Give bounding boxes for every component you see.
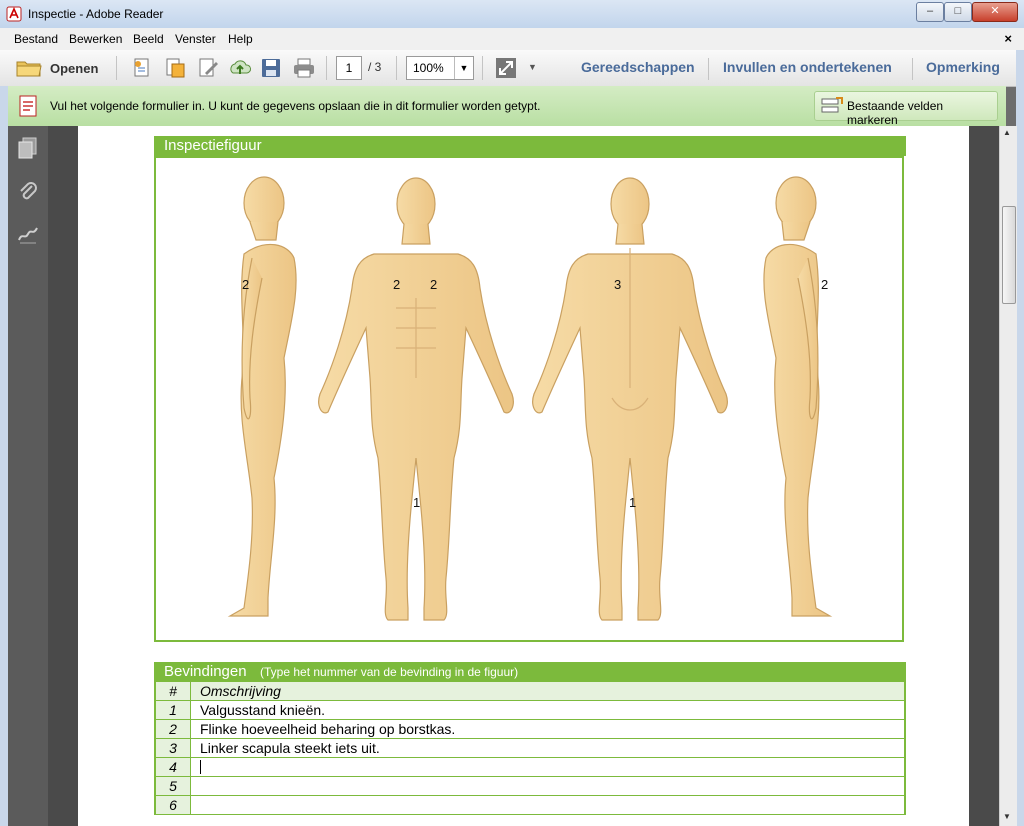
adobe-reader-icon bbox=[6, 6, 22, 22]
page-thumbnails-icon[interactable] bbox=[16, 136, 40, 160]
toolbar-separator bbox=[116, 56, 117, 80]
document-page: Inspectiefiguur 2 2 2 3 2 1 1 Bevindinge… bbox=[78, 126, 969, 826]
window-border-right bbox=[1016, 50, 1024, 826]
create-pdf-icon[interactable] bbox=[130, 56, 154, 80]
form-notification-bar: Vul het volgende formulier in. U kunt de… bbox=[8, 86, 1006, 127]
menu-bewerken[interactable]: Bewerken bbox=[69, 32, 122, 46]
highlight-fields-button[interactable]: Bestaande velden markeren bbox=[814, 91, 998, 127]
open-button[interactable]: Openen bbox=[12, 56, 106, 80]
tools-panel-button[interactable]: Gereedschappen bbox=[581, 59, 695, 75]
column-header-number: # bbox=[156, 682, 191, 700]
finding-marker: 1 bbox=[629, 495, 637, 510]
inspection-figure: 2 2 2 3 2 1 1 bbox=[154, 156, 904, 642]
window-border-left bbox=[0, 86, 8, 826]
finding-marker: 2 bbox=[393, 277, 401, 292]
finding-marker: 1 bbox=[413, 495, 421, 510]
fill-sign-panel-button[interactable]: Invullen en ondertekenen bbox=[723, 59, 892, 75]
toolbar-separator bbox=[396, 56, 397, 80]
print-icon[interactable] bbox=[292, 56, 316, 80]
comment-panel-button[interactable]: Opmerking bbox=[926, 59, 1000, 75]
zoom-value: 100% bbox=[413, 61, 444, 75]
attachments-icon[interactable] bbox=[16, 180, 40, 204]
row-number: 4 bbox=[156, 758, 191, 776]
window-title: Inspectie - Adobe Reader bbox=[28, 7, 164, 21]
toolbar-separator bbox=[326, 56, 327, 80]
figure-side-left bbox=[227, 176, 297, 617]
description-field[interactable]: Flinke hoeveelheid beharing op borstkas. bbox=[200, 721, 455, 737]
save-icon[interactable] bbox=[259, 56, 283, 80]
table-row[interactable]: 1 Valgusstand knieën. bbox=[154, 701, 906, 720]
body-diagram bbox=[227, 176, 833, 621]
minimize-button[interactable]: – bbox=[916, 2, 944, 22]
finding-marker: 3 bbox=[614, 277, 622, 292]
findings-section-header: Bevindingen (Type het nummer van de bevi… bbox=[154, 662, 906, 682]
document-gutter-left bbox=[48, 126, 78, 826]
folder-icon bbox=[16, 61, 42, 77]
toolbar: Openen 1 / 3 100% ▼ ▼ Gereedschappen Inv… bbox=[0, 50, 1024, 87]
description-field[interactable]: Linker scapula steekt iets uit. bbox=[200, 740, 380, 756]
table-row[interactable]: 4 bbox=[154, 758, 906, 777]
form-document-icon bbox=[19, 95, 37, 117]
figure-side-right bbox=[763, 176, 833, 617]
close-document-button[interactable]: × bbox=[1004, 31, 1012, 46]
row-number: 1 bbox=[156, 701, 191, 719]
finding-marker: 2 bbox=[242, 277, 250, 292]
table-row[interactable]: 6 bbox=[154, 796, 906, 815]
highlight-fields-label: Bestaande velden markeren bbox=[847, 99, 944, 127]
navigation-panel bbox=[8, 126, 48, 826]
finding-marker: 2 bbox=[821, 277, 829, 292]
toolbar-separator bbox=[482, 56, 483, 80]
menu-venster[interactable]: Venster bbox=[175, 32, 216, 46]
scroll-up-arrow[interactable]: ▲ bbox=[1003, 128, 1011, 137]
customize-toolbar-icon[interactable]: ▼ bbox=[528, 62, 537, 72]
form-message: Vul het volgende formulier in. U kunt de… bbox=[50, 99, 541, 113]
scrollbar-thumb[interactable] bbox=[1002, 206, 1016, 304]
table-row[interactable]: 2 Flinke hoeveelheid beharing op borstka… bbox=[154, 720, 906, 739]
signatures-icon[interactable] bbox=[16, 222, 40, 246]
row-number: 2 bbox=[156, 720, 191, 738]
toolbar-separator bbox=[912, 58, 913, 80]
maximize-button[interactable]: □ bbox=[944, 2, 972, 22]
table-row[interactable]: 3 Linker scapula steekt iets uit. bbox=[154, 739, 906, 758]
fullscreen-icon[interactable] bbox=[494, 56, 518, 80]
document-gutter-right bbox=[969, 126, 999, 826]
finding-marker: 2 bbox=[430, 277, 438, 292]
figure-front bbox=[318, 177, 514, 621]
toolbar-separator bbox=[708, 58, 709, 80]
zoom-select[interactable]: 100% ▼ bbox=[406, 56, 474, 80]
menu-beeld[interactable]: Beeld bbox=[133, 32, 164, 46]
row-number: 5 bbox=[156, 777, 191, 795]
scroll-down-arrow[interactable]: ▼ bbox=[1003, 812, 1011, 821]
table-header-row: # Omschrijving bbox=[154, 682, 906, 701]
findings-title: Bevindingen bbox=[164, 663, 247, 680]
close-button[interactable]: ✕ bbox=[972, 2, 1018, 22]
page-number-input[interactable]: 1 bbox=[336, 56, 362, 80]
figure-title: Inspectiefiguur bbox=[164, 137, 262, 154]
menu-bestand[interactable]: Bestand bbox=[14, 32, 58, 46]
vertical-scrollbar[interactable]: ▲ ▼ bbox=[999, 126, 1017, 826]
menu-bar: Bestand Bewerken Beeld Venster Help × bbox=[0, 28, 1024, 51]
row-number: 6 bbox=[156, 796, 191, 814]
edit-document-icon[interactable] bbox=[196, 56, 220, 80]
combine-files-icon[interactable] bbox=[163, 56, 187, 80]
findings-hint: (Type het nummer van de bevinding in de … bbox=[260, 665, 519, 679]
description-field[interactable]: Valgusstand knieën. bbox=[200, 702, 325, 718]
open-label: Openen bbox=[50, 61, 99, 76]
figure-section-header: Inspectiefiguur bbox=[154, 136, 906, 156]
column-header-description: Omschrijving bbox=[200, 683, 281, 699]
title-bar: Inspectie - Adobe Reader – □ ✕ bbox=[0, 0, 1024, 29]
menu-help[interactable]: Help bbox=[228, 32, 253, 46]
figure-back bbox=[532, 177, 728, 621]
upload-cloud-icon[interactable] bbox=[228, 56, 252, 80]
page-total: / 3 bbox=[368, 60, 382, 74]
text-cursor bbox=[200, 760, 201, 774]
table-row[interactable]: 5 bbox=[154, 777, 906, 796]
row-number: 3 bbox=[156, 739, 191, 757]
highlight-fields-icon bbox=[821, 97, 843, 113]
chevron-down-icon[interactable]: ▼ bbox=[454, 57, 473, 79]
